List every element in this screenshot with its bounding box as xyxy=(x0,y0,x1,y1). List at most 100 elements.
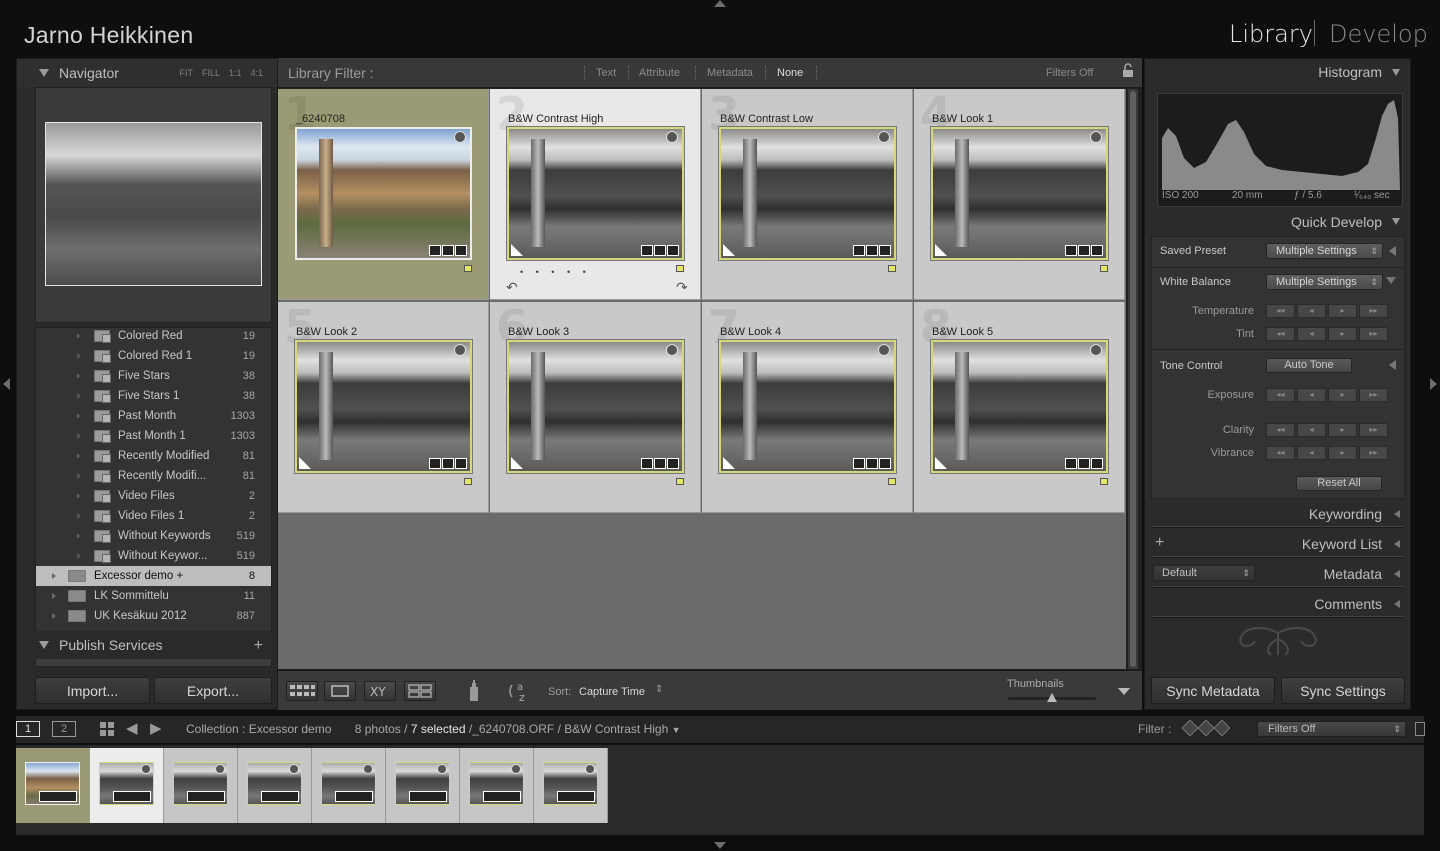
develop-badge-icon[interactable] xyxy=(879,245,891,256)
comments-header[interactable]: Comments xyxy=(1145,591,1410,617)
crop-badge-icon[interactable] xyxy=(866,458,878,469)
develop-badge-icon[interactable] xyxy=(879,458,891,469)
filmstrip-thumbnail[interactable] xyxy=(164,748,238,823)
toolbar-menu-icon[interactable] xyxy=(1118,688,1130,695)
survey-view-icon[interactable] xyxy=(404,681,436,701)
keyword-badge-icon[interactable] xyxy=(1065,245,1077,256)
back-arrow-icon[interactable]: ◀ xyxy=(126,719,138,737)
filmstrip-thumbnail[interactable] xyxy=(238,748,312,823)
white-balance-select[interactable]: Multiple Settings xyxy=(1266,274,1383,290)
quick-collection-dot-icon[interactable] xyxy=(141,764,151,774)
temperature-increase[interactable]: ▸ xyxy=(1328,304,1357,318)
photo-thumbnail[interactable] xyxy=(930,126,1109,261)
quick-collection-dot-icon[interactable] xyxy=(289,764,299,774)
vibrance-decrease[interactable]: ◂ xyxy=(1297,446,1326,460)
disclosure-triangle-icon[interactable] xyxy=(77,493,81,499)
quick-collection-dot-icon[interactable] xyxy=(363,764,373,774)
navigator-header[interactable]: Navigator FIT FILL 1:1 4:1 xyxy=(17,59,277,87)
collapse-triangle-icon[interactable] xyxy=(39,641,49,649)
histogram-header[interactable]: Histogram xyxy=(1145,59,1410,85)
sync-settings-button[interactable]: Sync Settings xyxy=(1281,677,1405,704)
photo-thumbnail[interactable] xyxy=(295,127,472,260)
color-label-icon[interactable] xyxy=(676,265,684,272)
clarity-increase-large[interactable]: ▸▸ xyxy=(1359,423,1388,437)
grid-cell[interactable]: 5 B&W Look 2 xyxy=(278,300,489,513)
clarity-decrease-large[interactable]: ◂◂ xyxy=(1266,423,1295,437)
quick-develop-header[interactable]: Quick Develop xyxy=(1145,209,1410,235)
flag-filter-pick-icon[interactable] xyxy=(1181,719,1199,737)
keyword-badge-icon[interactable] xyxy=(853,245,865,256)
scrollbar-thumb[interactable] xyxy=(1130,91,1136,667)
collection-item[interactable]: Video Files 1 2 xyxy=(36,506,271,526)
develop-badge-icon[interactable] xyxy=(667,245,679,256)
photo-thumbnail[interactable] xyxy=(506,339,685,474)
develop-badge-icon[interactable] xyxy=(1091,458,1103,469)
disclosure-triangle-icon[interactable] xyxy=(77,433,81,439)
right-panel-toggle-icon[interactable] xyxy=(1430,378,1437,390)
top-panel-toggle-icon[interactable] xyxy=(714,0,726,7)
quick-collection-dot-icon[interactable] xyxy=(511,764,521,774)
photo-thumbnail[interactable] xyxy=(294,339,473,474)
keyword-badge-icon[interactable] xyxy=(429,245,441,256)
tint-increase[interactable]: ▸ xyxy=(1328,327,1357,341)
color-label-icon[interactable] xyxy=(1100,478,1108,485)
collection-item[interactable]: Without Keywor... 519 xyxy=(36,546,271,566)
grid-scrollbar[interactable] xyxy=(1128,89,1138,669)
exposure-decrease[interactable]: ◂ xyxy=(1297,388,1326,402)
collection-set-item[interactable]: UK Kesäkuu 2012 887 xyxy=(36,606,271,626)
develop-badge-icon[interactable] xyxy=(455,458,467,469)
add-publish-service-icon[interactable]: + xyxy=(254,637,263,655)
rotate-left-icon[interactable]: ↶ xyxy=(506,279,518,296)
disclosure-triangle-icon[interactable] xyxy=(77,353,81,359)
grid-cell[interactable]: 1 _6240708 xyxy=(278,87,489,300)
quick-collection-dot-icon[interactable] xyxy=(437,764,447,774)
thumbnail-size-knob[interactable] xyxy=(1047,693,1057,702)
loupe-view-icon[interactable] xyxy=(324,681,356,701)
painter-spray-can-icon[interactable] xyxy=(468,680,480,702)
develop-badge-icon[interactable] xyxy=(667,458,679,469)
disclosure-triangle-icon[interactable] xyxy=(52,593,56,599)
sort-select[interactable]: Capture Time xyxy=(579,686,645,698)
grid-cell[interactable]: 7 B&W Look 4 xyxy=(702,300,913,513)
disclosure-triangle-icon[interactable] xyxy=(77,513,81,519)
quick-collection-dot-icon[interactable] xyxy=(454,131,466,143)
disclosure-triangle-icon[interactable] xyxy=(77,393,81,399)
quick-collection-dot-icon[interactable] xyxy=(1090,344,1102,356)
color-label-icon[interactable] xyxy=(676,478,684,485)
collection-item[interactable]: Video Files 2 xyxy=(36,486,271,506)
zoom-fill[interactable]: FILL xyxy=(202,68,220,78)
keyword-badge-icon[interactable] xyxy=(1065,458,1077,469)
sort-select-arrows-icon[interactable]: ⇕ xyxy=(655,684,663,695)
disclosure-triangle-icon[interactable] xyxy=(77,533,81,539)
disclosure-triangle-icon[interactable] xyxy=(52,573,56,579)
quick-collection-dot-icon[interactable] xyxy=(878,344,890,356)
clarity-increase[interactable]: ▸ xyxy=(1328,423,1357,437)
expand-triangle-icon[interactable] xyxy=(1394,510,1400,518)
crop-badge-icon[interactable] xyxy=(1078,245,1090,256)
collection-item[interactable]: Past Month 1 1303 xyxy=(36,426,271,446)
vibrance-increase[interactable]: ▸ xyxy=(1328,446,1357,460)
expand-triangle-icon[interactable] xyxy=(1394,570,1400,578)
grid-cell[interactable]: 6 B&W Look 3 xyxy=(490,300,701,513)
forward-arrow-icon[interactable]: ▶ xyxy=(150,719,162,737)
main-window-button[interactable]: 1 xyxy=(16,721,40,737)
filmstrip-breadcrumb[interactable]: Collection : Excessor demo 8 photos / 7 … xyxy=(186,722,681,736)
grid-cell[interactable]: 2 B&W Contrast High • • • • • ↶ ↷ xyxy=(490,87,701,300)
grid-cell[interactable]: 8 B&W Look 5 xyxy=(914,300,1125,513)
collection-set-item[interactable]: LK Sommittelu 11 xyxy=(36,586,271,606)
temperature-increase-large[interactable]: ▸▸ xyxy=(1359,304,1388,318)
vibrance-decrease-large[interactable]: ◂◂ xyxy=(1266,446,1295,460)
export-button[interactable]: Export... xyxy=(154,677,272,704)
develop-badge-icon[interactable] xyxy=(455,245,467,256)
tint-increase-large[interactable]: ▸▸ xyxy=(1359,327,1388,341)
zoom-fit[interactable]: FIT xyxy=(179,68,193,78)
grid-view-icon[interactable] xyxy=(100,722,114,736)
tint-decrease-large[interactable]: ◂◂ xyxy=(1266,327,1295,341)
photo-thumbnail[interactable] xyxy=(718,126,897,261)
filter-text[interactable]: Text xyxy=(596,67,616,79)
auto-tone-button[interactable]: Auto Tone xyxy=(1266,358,1352,373)
color-label-icon[interactable] xyxy=(464,478,472,485)
disclosure-triangle-icon[interactable] xyxy=(52,613,56,619)
keyword-badge-icon[interactable] xyxy=(641,245,653,256)
crop-badge-icon[interactable] xyxy=(442,458,454,469)
